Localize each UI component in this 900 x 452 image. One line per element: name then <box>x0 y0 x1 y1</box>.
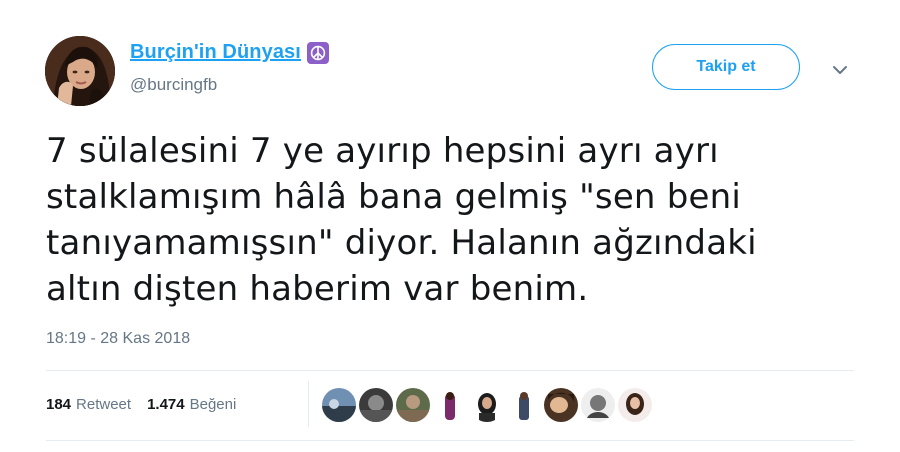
liker-avatars <box>322 388 652 422</box>
like-label: Beğeni <box>189 396 237 413</box>
engagement-stats: 184 Retweet 1.474 Beğeni <box>46 396 252 413</box>
avatar-image <box>45 36 115 106</box>
retweet-label: Retweet <box>76 396 132 413</box>
divider <box>46 440 854 441</box>
retweet-stat[interactable]: 184 Retweet <box>46 396 131 413</box>
retweet-count: 184 <box>46 396 72 413</box>
avatar[interactable] <box>45 36 115 106</box>
liker-avatar[interactable] <box>470 388 504 422</box>
liker-avatar[interactable] <box>618 388 652 422</box>
tweet-card: Burçin'in Dünyası @burcingfb Takip et 7 … <box>0 0 900 452</box>
author-name-row: Burçin'in Dünyası <box>130 41 329 64</box>
liker-avatar[interactable] <box>396 388 430 422</box>
liker-avatar[interactable] <box>507 388 541 422</box>
follow-button[interactable]: Takip et <box>652 44 800 90</box>
tweet-text: 7 sülalesini 7 ye ayırıp hepsini ayrı ay… <box>46 131 757 309</box>
display-name-link[interactable]: Burçin'in Dünyası <box>130 41 301 64</box>
peace-symbol-icon <box>306 42 329 64</box>
user-handle[interactable]: @burcingfb <box>130 75 217 95</box>
chevron-down-icon[interactable] <box>828 58 852 82</box>
liker-avatar[interactable] <box>544 388 578 422</box>
liker-avatar[interactable] <box>581 388 615 422</box>
stats-separator <box>308 381 309 427</box>
liker-avatar[interactable] <box>322 388 356 422</box>
liker-avatar[interactable] <box>359 388 393 422</box>
like-count: 1.474 <box>147 396 185 413</box>
divider <box>46 370 854 371</box>
liker-avatar[interactable] <box>433 388 467 422</box>
tweet-timestamp[interactable]: 18:19 - 28 Kas 2018 <box>46 330 190 348</box>
like-stat[interactable]: 1.474 Beğeni <box>147 396 236 413</box>
